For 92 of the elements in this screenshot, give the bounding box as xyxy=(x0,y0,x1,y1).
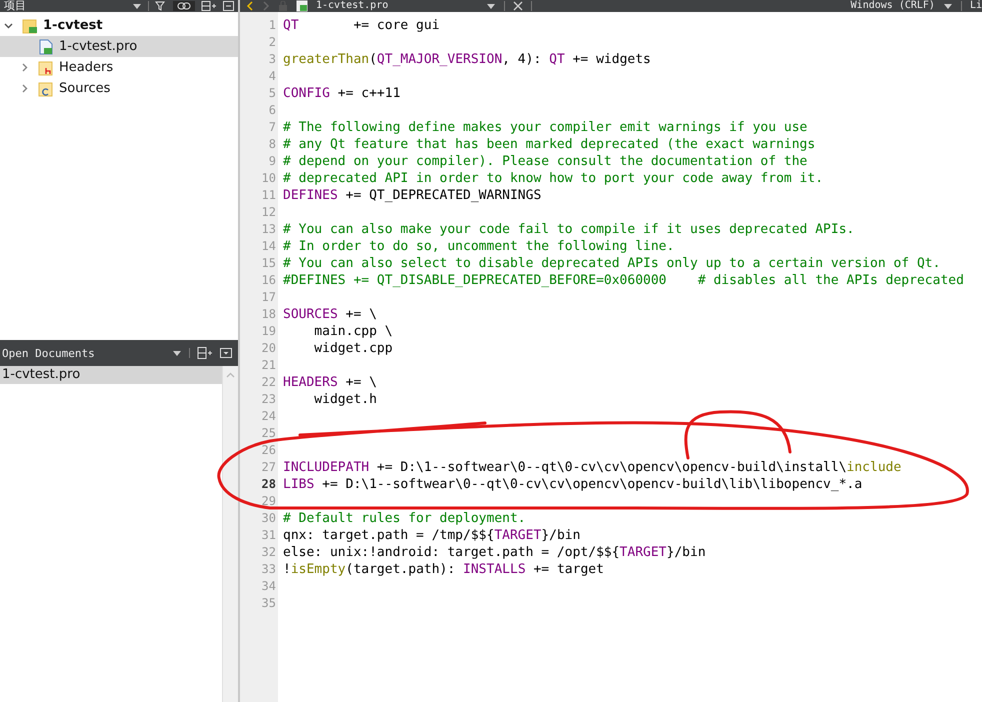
line-number: 25 xyxy=(260,425,277,442)
line-number: 30 xyxy=(260,510,277,527)
file-icon xyxy=(38,38,54,54)
line-number: 1 xyxy=(268,17,277,34)
document-item[interactable]: 1-cvtest.pro xyxy=(0,366,222,384)
close-panel-icon[interactable] xyxy=(220,348,232,358)
code-line: #DEFINES += QT_DISABLE_DEPRECATED_BEFORE=0x060000 # disables all the APIs deprecated xyxy=(283,273,964,288)
tree-item[interactable]: 1-cvtest xyxy=(0,15,238,36)
code-line: LIBS += D:\1--softwear\0--qt\0-cv\cv\opencv\opencv-build\lib\libopencv_*.a xyxy=(283,477,862,492)
code-line: else: unix:!android: target.path = /opt/$${TARGET}/bin xyxy=(283,545,706,560)
code-line: # The following define makes your compiler emit warnings if you use xyxy=(283,120,808,135)
code-line: QT += core gui xyxy=(283,18,440,33)
line-ending-selector[interactable]: Windows (CRLF) xyxy=(850,0,935,12)
line-number: 17 xyxy=(260,289,277,306)
line-number: 11 xyxy=(260,187,277,204)
line-number: 7 xyxy=(268,119,277,136)
tree-item[interactable]: 1-cvtest.pro xyxy=(0,36,238,57)
code-line: # You can also select to disable deprecated APIs only up to a certain version of Qt. xyxy=(283,256,940,271)
code-line: # depend on your compiler). Please consult the documentation of the xyxy=(283,154,808,169)
source-folder-icon xyxy=(38,80,54,96)
code-line: !isEmpty(target.path): INSTALLS += target xyxy=(283,562,604,577)
caret-icon[interactable] xyxy=(942,2,953,10)
line-number: 4 xyxy=(268,68,277,85)
line-number: 6 xyxy=(268,102,277,119)
toolbar-label[interactable]: Li xyxy=(970,0,982,12)
code-line: # any Qt feature that has been marked deprecated (the exact warnings xyxy=(283,137,816,152)
caret-icon[interactable] xyxy=(132,2,142,10)
line-number: 35 xyxy=(260,595,277,612)
code-line: CONFIG += c++11 xyxy=(283,86,400,101)
code-line: greaterThan(QT_MAJOR_VERSION, 4): QT += widgets xyxy=(283,52,651,67)
code-line: # deprecated API in order to know how to port your code away from it. xyxy=(283,171,824,186)
panel-title: Open Documents xyxy=(2,346,96,360)
chevron-icon[interactable] xyxy=(4,21,13,30)
close-panel-icon[interactable] xyxy=(223,1,234,11)
line-number: 18 xyxy=(260,306,277,323)
code-line: INCLUDEPATH += D:\1--softwear\0--qt\0-cv\cv\opencv\opencv-build\install\include xyxy=(283,460,902,475)
code-line: widget.cpp xyxy=(313,341,393,356)
filter-icon[interactable] xyxy=(155,1,167,11)
code-line: DEFINES += QT_DEPRECATED_WARNINGS xyxy=(283,188,542,203)
line-number: 16 xyxy=(260,272,277,289)
line-number: 33 xyxy=(260,561,277,578)
line-number: 24 xyxy=(260,408,277,425)
line-number: 13 xyxy=(260,221,277,238)
file-icon xyxy=(296,0,308,12)
line-number: 8 xyxy=(268,136,277,153)
tree-label: Headers xyxy=(59,60,114,75)
code-line: qnx: target.path = /tmp/$${TARGET}/bin xyxy=(283,528,580,543)
code-line: main.cpp \ xyxy=(313,324,393,339)
line-number: 34 xyxy=(260,578,277,595)
line-number: 26 xyxy=(260,442,277,459)
line-number: 29 xyxy=(260,493,277,510)
header-folder-icon xyxy=(38,60,54,76)
line-number: 9 xyxy=(268,153,277,170)
link-icon[interactable] xyxy=(173,1,195,11)
close-icon[interactable] xyxy=(513,1,524,11)
line-number: 32 xyxy=(260,544,277,561)
line-number: 15 xyxy=(260,255,277,272)
line-number: 3 xyxy=(268,51,277,68)
code-line: # You can also make your code fail to compile if it uses deprecated APIs. xyxy=(283,222,854,237)
line-number: 31 xyxy=(260,527,277,544)
line-number: 23 xyxy=(260,391,277,408)
chevron-icon[interactable] xyxy=(20,84,29,93)
line-number: 19 xyxy=(260,323,277,340)
project-folder-icon xyxy=(22,18,38,34)
code-line: SOURCES += \ xyxy=(283,307,377,322)
line-number: 12 xyxy=(260,204,277,221)
line-number: 20 xyxy=(260,340,277,357)
line-number: 14 xyxy=(260,238,277,255)
line-number: 28 xyxy=(260,476,277,493)
tree-label: 1-cvtest xyxy=(43,18,103,33)
scrollbar[interactable] xyxy=(222,366,238,702)
chevron-icon[interactable] xyxy=(20,63,29,72)
tree-label: 1-cvtest.pro xyxy=(59,39,138,54)
line-number: 21 xyxy=(260,357,277,374)
line-number: 22 xyxy=(260,374,277,391)
code-line: # Default rules for deployment. xyxy=(283,511,526,526)
split-icon[interactable] xyxy=(197,347,213,359)
document-tab[interactable]: 1-cvtest.pro xyxy=(316,0,388,12)
line-number: 10 xyxy=(260,170,277,187)
code-line: widget.h xyxy=(313,392,377,407)
tree-item[interactable]: Sources xyxy=(0,78,238,99)
code-line: # In order to do so, uncomment the following line. xyxy=(283,239,674,254)
line-number: 2 xyxy=(268,34,277,51)
caret-icon[interactable] xyxy=(486,2,496,10)
tree-label: Sources xyxy=(59,81,110,96)
code-line: HEADERS += \ xyxy=(283,375,377,390)
panel-title: 项目 xyxy=(4,0,27,12)
tree-item[interactable]: Headers xyxy=(0,57,238,78)
caret-icon[interactable] xyxy=(172,349,182,357)
split-icon[interactable] xyxy=(201,1,217,11)
line-number: 5 xyxy=(268,85,277,102)
line-number: 27 xyxy=(260,459,277,476)
